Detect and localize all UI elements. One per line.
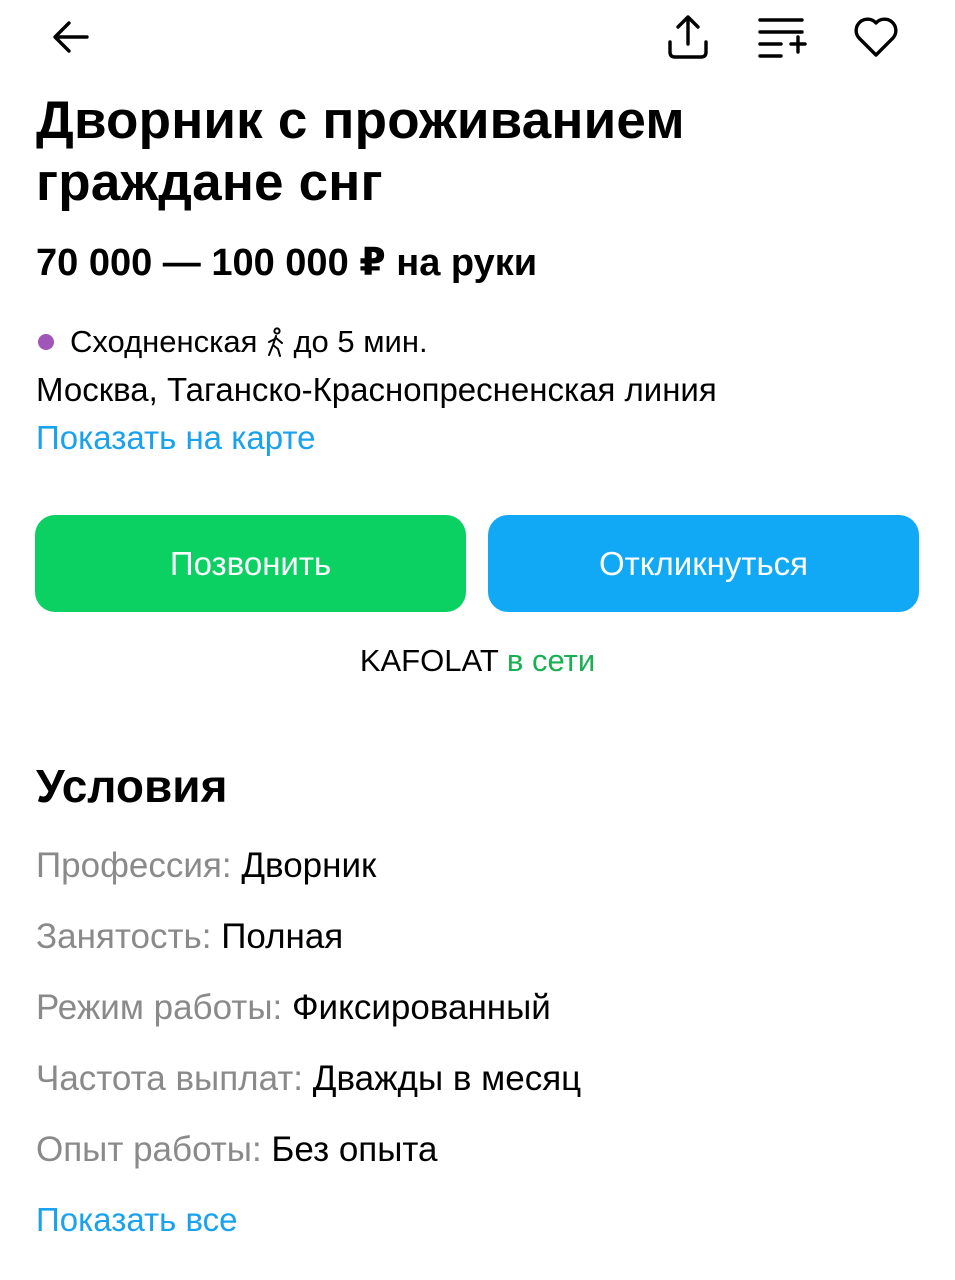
condition-row: Занятость: Полная <box>36 915 343 959</box>
compare-list-button[interactable] <box>754 10 810 64</box>
favorite-button[interactable] <box>848 10 904 64</box>
metro-walk-time: до 5 мин. <box>293 324 428 359</box>
condition-row: Частота выплат: Дважды в месяц <box>36 1057 581 1101</box>
condition-value: Без опыта <box>271 1130 438 1169</box>
employer-status: KAFOLAT в сети <box>0 640 955 682</box>
arrow-left-icon <box>53 21 89 53</box>
top-bar <box>0 0 955 80</box>
condition-row: Режим работы: Фиксированный <box>36 986 551 1030</box>
condition-value: Дворник <box>241 846 377 885</box>
condition-key: Опыт работы: <box>36 1130 262 1169</box>
respond-button[interactable]: Откликнуться <box>488 515 919 612</box>
condition-key: Профессия: <box>36 846 232 885</box>
condition-key: Занятость: <box>36 917 212 956</box>
salary: 70 000 — 100 000 ₽ на руки <box>36 242 538 284</box>
show-all-link[interactable]: Показать все <box>36 1198 237 1242</box>
condition-key: Частота выплат: <box>36 1059 304 1098</box>
share-upload-icon <box>668 15 708 59</box>
employer-name[interactable]: KAFOLAT <box>360 643 498 678</box>
condition-value: Дважды в месяц <box>312 1059 582 1098</box>
metro-line-dot <box>38 334 54 350</box>
conditions-title: Условия <box>36 760 228 812</box>
vacancy-title: Дворник с проживанием граждане снг <box>36 91 685 212</box>
show-on-map-link[interactable]: Показать на карте <box>36 416 315 460</box>
condition-row: Профессия: Дворник <box>36 844 376 888</box>
online-status: в сети <box>506 643 596 678</box>
metro-station: Сходненская <box>70 324 258 359</box>
metro-info: Сходненская до 5 мин. <box>36 322 428 362</box>
list-add-icon <box>758 18 807 58</box>
condition-row: Опыт работы: Без опыта <box>36 1128 438 1172</box>
condition-value: Полная <box>221 917 344 956</box>
address: Москва, Таганско-Краснопресненская линия <box>36 371 717 408</box>
back-button[interactable] <box>44 12 98 62</box>
walking-person-icon <box>265 327 287 357</box>
heart-outline-icon <box>854 17 898 57</box>
call-button[interactable]: Позвонить <box>35 515 466 612</box>
share-button[interactable] <box>660 10 716 64</box>
condition-value: Фиксированный <box>291 988 551 1027</box>
condition-key: Режим работы: <box>36 988 283 1027</box>
